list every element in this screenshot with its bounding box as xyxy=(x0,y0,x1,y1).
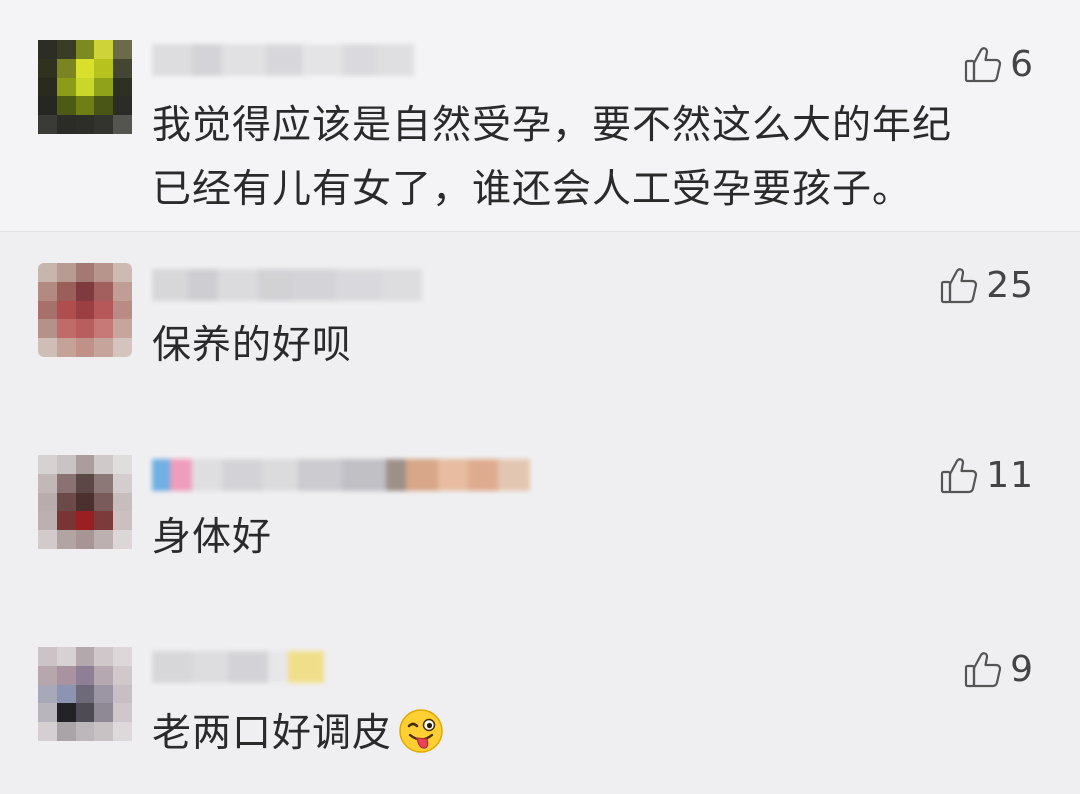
thumbs-up-icon xyxy=(964,652,1002,688)
comment-text-line: 老两口好调皮 xyxy=(152,702,1042,774)
comment-text: 老两口好调皮 xyxy=(152,702,1042,774)
comment-text-line: 我觉得应该是自然受孕，要不然这么大的年纪 xyxy=(152,103,953,148)
like-button[interactable]: 6 xyxy=(962,44,1034,86)
comment-text-line: 已经有儿有女了，谁还会人工受孕要孩子。 xyxy=(152,167,913,212)
like-count: 6 xyxy=(1010,44,1034,85)
avatar[interactable] xyxy=(38,647,132,741)
nickname-blurred[interactable] xyxy=(152,459,530,491)
thumbs-up-icon xyxy=(964,47,1002,83)
comment-item: 11 身体好 xyxy=(0,423,1080,615)
avatar[interactable] xyxy=(38,455,132,549)
like-button[interactable]: 25 xyxy=(938,265,1034,307)
comment-text-line: 保养的好呗 xyxy=(152,323,353,368)
comment-text: 我觉得应该是自然受孕，要不然这么大的年纪 已经有儿有女了，谁还会人工受孕要孩子。 xyxy=(152,94,1042,222)
nickname-blurred[interactable] xyxy=(152,651,324,683)
like-count: 25 xyxy=(986,265,1034,306)
winking-tongue-face-icon xyxy=(398,708,444,774)
comment-text: 身体好 xyxy=(152,506,1042,570)
comment-text-line: 身体好 xyxy=(152,515,273,560)
like-count: 9 xyxy=(1010,649,1034,690)
avatar[interactable] xyxy=(38,40,132,134)
nickname-blurred[interactable] xyxy=(152,269,422,301)
comment-item: 9 老两口好调皮 xyxy=(0,615,1080,794)
thumbs-up-icon xyxy=(941,458,978,494)
thumbs-up-icon xyxy=(941,268,978,304)
nickname-blurred[interactable] xyxy=(152,44,414,76)
like-button[interactable]: 9 xyxy=(962,649,1034,691)
like-count: 11 xyxy=(986,455,1034,496)
comment-text: 保养的好呗 xyxy=(152,314,1042,378)
like-button[interactable]: 11 xyxy=(938,455,1034,497)
comment-text-content: 老两口好调皮 xyxy=(152,711,393,756)
avatar[interactable] xyxy=(38,263,132,357)
comment-item: 6 我觉得应该是自然受孕，要不然这么大的年纪 已经有儿有女了，谁还会人工受孕要孩… xyxy=(0,0,1080,232)
comment-item: 25 保养的好呗 xyxy=(0,233,1080,423)
